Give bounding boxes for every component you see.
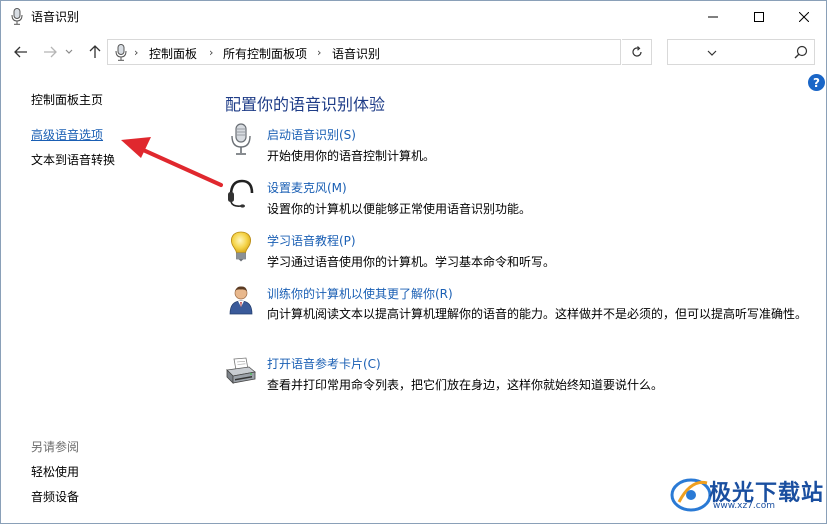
page-title: 配置你的语音识别体验 (225, 95, 386, 114)
microphone-icon (231, 123, 251, 155)
forward-button[interactable] (40, 43, 60, 61)
address-bar[interactable]: › 控制面板 › 所有控制面板项 › 语音识别 (107, 39, 717, 65)
see-also-heading: 另请参阅 (31, 440, 80, 454)
breadcrumb-separator[interactable]: › (134, 46, 138, 59)
breadcrumb-separator[interactable]: › (317, 46, 321, 59)
train-computer-link[interactable]: 训练你的计算机以使其更了解你(R) (267, 285, 453, 302)
arrow-up-icon (89, 45, 101, 58)
minimize-button[interactable] (690, 1, 736, 32)
user-icon (229, 286, 253, 315)
task-description: 向计算机阅读文本以提高计算机理解你的语音的能力。这样做并不是必须的，但可以提高听… (267, 307, 808, 321)
control-panel-window: 语音识别 › 控制面板 › 所有控制面板项 › 语音识别 ? 控制面板主页 高级… (0, 0, 827, 524)
maximize-button[interactable] (736, 1, 782, 32)
breadcrumb-all-items[interactable]: 所有控制面板项 (223, 45, 307, 62)
recent-locations-button[interactable] (63, 43, 75, 61)
watermark-url: www.xz7.com (713, 501, 775, 511)
breadcrumb-control-panel[interactable]: 控制面板 (149, 45, 197, 62)
breadcrumb-speech-recognition[interactable]: 语音识别 (332, 45, 380, 62)
task-description: 查看并打印常用命令列表，把它们放在身边，这样你就始终知道要说什么。 (267, 378, 664, 392)
microphone-icon (11, 8, 23, 25)
help-icon[interactable]: ? (808, 74, 825, 91)
sidebar-item-ease-of-access[interactable]: 轻松使用 (31, 463, 79, 480)
sidebar-item-text-to-speech[interactable]: 文本到语音转换 (31, 151, 115, 168)
task-description: 学习通过语音使用你的计算机。学习基本命令和听写。 (267, 255, 556, 269)
arrow-right-icon (44, 46, 57, 58)
microphone-icon (115, 44, 127, 61)
sidebar-item-advanced-speech-options[interactable]: 高级语音选项 (31, 126, 103, 143)
printer-icon (226, 357, 256, 384)
task-description: 开始使用你的语音控制计算机。 (267, 149, 436, 163)
arrow-left-icon (14, 46, 27, 58)
start-speech-recognition-link[interactable]: 启动语音识别(S) (267, 126, 356, 143)
search-icon (794, 45, 808, 59)
open-reference-card-link[interactable]: 打开语音参考卡片(C) (267, 355, 381, 372)
back-button[interactable] (11, 43, 31, 61)
minimize-icon (708, 16, 718, 17)
close-icon (799, 11, 809, 22)
close-button[interactable] (781, 1, 827, 32)
chevron-down-icon (65, 49, 73, 54)
title-bar: 语音识别 (1, 1, 826, 32)
search-input[interactable] (667, 39, 815, 65)
headset-icon (228, 179, 254, 208)
refresh-icon (631, 46, 642, 57)
refresh-button[interactable] (622, 39, 652, 65)
sidebar-item-control-panel-home[interactable]: 控制面板主页 (31, 91, 103, 108)
sidebar-item-audio-devices[interactable]: 音频设备 (31, 488, 79, 505)
up-button[interactable] (85, 43, 105, 61)
speech-tutorial-link[interactable]: 学习语音教程(P) (267, 232, 356, 249)
navigation-bar: › 控制面板 › 所有控制面板项 › 语音识别 (1, 32, 826, 72)
lightbulb-icon (231, 231, 251, 262)
breadcrumb-separator[interactable]: › (209, 46, 213, 59)
window-title: 语音识别 (31, 10, 80, 24)
set-up-microphone-link[interactable]: 设置麦克风(M) (267, 179, 347, 196)
task-description: 设置你的计算机以便能够正常使用语音识别功能。 (267, 202, 532, 216)
maximize-icon (754, 11, 764, 22)
